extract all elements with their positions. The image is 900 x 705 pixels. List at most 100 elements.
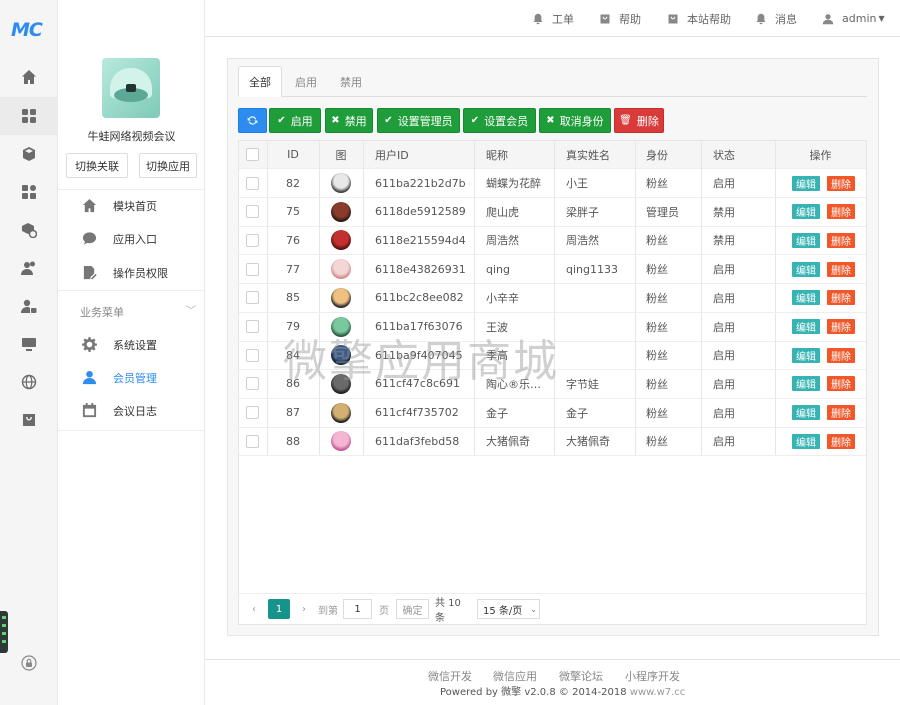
package-icon[interactable]: [0, 211, 58, 249]
sidebar-item-operator-permissions[interactable]: 操作员权限: [58, 256, 205, 289]
edit-button[interactable]: 编辑: [792, 232, 820, 248]
row-checkbox[interactable]: [246, 427, 260, 455]
row-checkbox[interactable]: [246, 370, 260, 398]
cell-role: 粉丝: [646, 177, 668, 190]
chevron-down-icon: ⌄: [530, 604, 537, 614]
sidebar-item-system-settings[interactable]: 系统设置: [58, 328, 205, 361]
switch-link-button[interactable]: 切换关联: [66, 153, 128, 178]
edit-button[interactable]: 编辑: [792, 433, 820, 449]
footer-link-wechat-dev[interactable]: 微信开发: [428, 668, 472, 684]
sidebar-item-member-management[interactable]: 会员管理: [58, 361, 205, 394]
cell-actions: 编辑 删除: [792, 284, 862, 312]
apps-icon[interactable]: [0, 173, 58, 211]
switch-app-button[interactable]: 切换应用: [139, 153, 197, 178]
check-icon: ✔: [277, 115, 286, 126]
sidebar-item-app-entry[interactable]: 应用入口: [58, 222, 205, 255]
edit-button[interactable]: 编辑: [792, 405, 820, 421]
chevron-down-icon[interactable]: ﹀: [186, 302, 196, 317]
row-checkbox[interactable]: [246, 169, 260, 197]
edit-button[interactable]: 编辑: [792, 290, 820, 306]
row-delete-button[interactable]: 删除: [827, 204, 855, 220]
row-checkbox[interactable]: [246, 341, 260, 369]
sidebar-item-meeting-log[interactable]: 会议日志: [58, 394, 205, 427]
row-delete-button[interactable]: 删除: [827, 319, 855, 334]
disable-button[interactable]: ✖ 禁用: [325, 108, 373, 133]
cell-status: 启用: [713, 291, 735, 305]
goto-page-input[interactable]: 1: [343, 599, 372, 619]
user-name: admin: [842, 12, 877, 25]
users-icon[interactable]: [0, 249, 58, 287]
footer-link-wechat-apps[interactable]: 微信应用: [493, 668, 537, 684]
bag-icon[interactable]: [0, 401, 58, 439]
row-delete-button[interactable]: 删除: [827, 232, 855, 248]
row-checkbox[interactable]: [246, 226, 260, 254]
edit-button[interactable]: 编辑: [792, 376, 820, 392]
edit-button[interactable]: 编辑: [792, 175, 820, 191]
header-id[interactable]: ID: [267, 141, 319, 168]
sidebar-item-module-home[interactable]: 模块首页: [58, 189, 205, 222]
row-delete-button[interactable]: 删除: [827, 290, 855, 306]
help-link[interactable]: 帮助: [599, 0, 641, 37]
tab-enabled[interactable]: 启用: [284, 66, 328, 97]
page-1-button[interactable]: 1: [268, 599, 290, 619]
row-delete-button[interactable]: 删除: [827, 433, 855, 449]
cube-icon[interactable]: [0, 135, 58, 173]
messages-link[interactable]: 消息: [755, 0, 797, 37]
row-delete-button[interactable]: 删除: [827, 347, 855, 363]
powered-site[interactable]: www.w7.cc: [630, 687, 686, 698]
grid-icon[interactable]: [0, 97, 58, 135]
powered-prefix: Powered by: [440, 687, 498, 698]
table-row: 76 6118e215594d4 周浩然 周浩然 粉丝 禁用 编辑 删除: [239, 226, 866, 256]
set-member-button[interactable]: ✔ 设置会员: [463, 108, 536, 133]
gear-icon: [82, 337, 97, 352]
cell-role: 粉丝: [646, 234, 668, 248]
set-admin-button[interactable]: ✔ 设置管理员: [377, 108, 460, 133]
row-checkbox[interactable]: [246, 255, 260, 283]
tab-all[interactable]: 全部: [238, 66, 282, 97]
monitor-icon[interactable]: [0, 325, 58, 363]
row-checkbox[interactable]: [246, 399, 260, 427]
edit-button[interactable]: 编辑: [792, 319, 820, 334]
delete-button[interactable]: 🗑 删除: [614, 108, 664, 133]
user-menu[interactable]: admin ▼: [822, 0, 885, 37]
edit-button[interactable]: 编辑: [792, 261, 820, 277]
globe-icon[interactable]: [0, 363, 58, 401]
enable-button[interactable]: ✔ 启用: [269, 108, 321, 133]
prev-page-icon[interactable]: ‹: [247, 599, 261, 619]
cancel-role-button[interactable]: ✖ 取消身份: [539, 108, 611, 133]
footer-link-miniprogram[interactable]: 小程序开发: [625, 668, 680, 684]
row-checkbox[interactable]: [246, 284, 260, 312]
edit-button[interactable]: 编辑: [792, 204, 820, 220]
cell-status: 启用: [713, 177, 735, 190]
cell-real-name: 金子: [566, 406, 588, 420]
edit-button[interactable]: 编辑: [792, 347, 820, 363]
row-delete-button[interactable]: 删除: [827, 261, 855, 277]
select-all-checkbox[interactable]: [246, 141, 260, 168]
work-order-label: 工单: [552, 12, 574, 26]
lock-icon[interactable]: [0, 644, 58, 682]
site-help-link[interactable]: 本站帮助: [667, 0, 731, 37]
row-delete-button[interactable]: 删除: [827, 405, 855, 421]
work-order-link[interactable]: 工单: [532, 0, 574, 37]
avatar: [331, 173, 351, 193]
cell-nickname: qing: [486, 262, 510, 276]
goto-confirm-button[interactable]: 确定: [396, 599, 429, 619]
messages-label: 消息: [775, 12, 797, 26]
cell-actions: 编辑 删除: [792, 370, 862, 398]
footer-link-forum[interactable]: 微擎论坛: [559, 668, 603, 684]
app-thumbnail: [102, 58, 160, 118]
row-checkbox[interactable]: [246, 313, 260, 341]
tab-disabled[interactable]: 禁用: [329, 66, 373, 97]
refresh-button[interactable]: [238, 108, 267, 133]
row-delete-button[interactable]: 删除: [827, 376, 855, 392]
cell-avatar: [319, 226, 363, 254]
app-logo[interactable]: MC: [11, 19, 43, 41]
home-icon[interactable]: [0, 58, 58, 96]
user-lock-icon[interactable]: [0, 287, 58, 325]
row-checkbox[interactable]: [246, 198, 260, 226]
cell-id: 85: [286, 291, 300, 305]
page-size-select[interactable]: 15 条/页 ⌄: [477, 599, 540, 619]
next-page-icon[interactable]: ›: [297, 599, 311, 619]
cell-status: 启用: [713, 263, 735, 277]
row-delete-button[interactable]: 删除: [827, 175, 855, 191]
